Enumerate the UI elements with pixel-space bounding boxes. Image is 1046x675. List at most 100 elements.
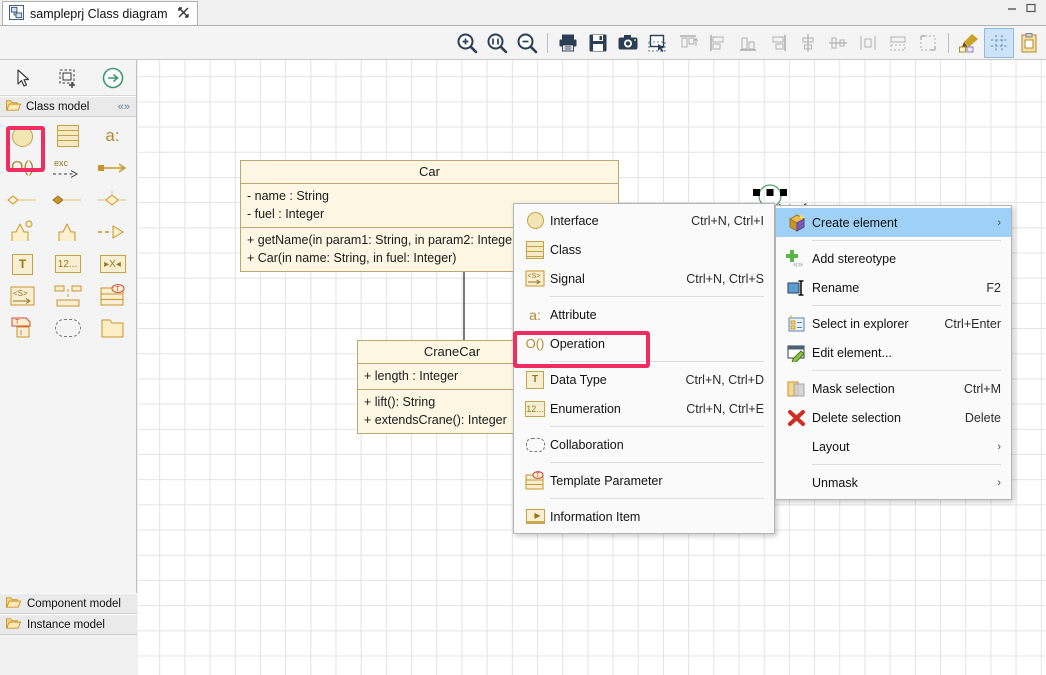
menu-separator xyxy=(812,305,1001,306)
menu-item-class[interactable]: Class xyxy=(514,235,774,264)
align-left-icon[interactable] xyxy=(703,28,733,58)
template-parameter-tool[interactable]: T xyxy=(90,280,135,312)
menu-item-accelerator: Delete xyxy=(964,410,1001,425)
menu-item-data-type[interactable]: T Data Type Ctrl+N, Ctrl+D xyxy=(514,365,774,394)
maximize-button[interactable] xyxy=(1025,2,1036,13)
menu-item-select-in-explorer[interactable]: Select in explorer Ctrl+Enter xyxy=(776,309,1011,338)
menu-item-edit-element[interactable]: Edit element... xyxy=(776,338,1011,367)
attribute-tool[interactable]: a: xyxy=(90,120,135,152)
toolbar-separator-2 xyxy=(948,33,949,53)
menu-item-enumeration[interactable]: 12... Enumeration Ctrl+N, Ctrl+E xyxy=(514,394,774,423)
print-icon[interactable] xyxy=(553,28,583,58)
enumeration-tool[interactable]: 12... xyxy=(45,248,90,280)
association-class-tool[interactable] xyxy=(90,184,135,216)
bound-class-tool[interactable]: T I xyxy=(0,312,45,344)
attribute-icon: a: xyxy=(529,306,541,323)
menu-item-collaboration[interactable]: Collaboration xyxy=(514,430,774,459)
menu-item-information-item[interactable]: ▶ Information Item xyxy=(514,502,774,531)
generalization-tool[interactable] xyxy=(45,216,90,248)
menu-item-label: Attribute xyxy=(550,307,597,322)
zoom-fit-icon[interactable] xyxy=(482,28,512,58)
save-icon[interactable] xyxy=(583,28,613,58)
create-element-submenu[interactable]: Interface Ctrl+N, Ctrl+I Class <S> Signa… xyxy=(513,203,775,534)
snapshot-icon[interactable] xyxy=(613,28,643,58)
template-binding-tool[interactable] xyxy=(45,280,90,312)
zoom-in-icon[interactable] xyxy=(452,28,482,58)
align-bottom-icon[interactable] xyxy=(733,28,763,58)
association-tool[interactable] xyxy=(90,152,135,184)
zoom-out-icon[interactable] xyxy=(512,28,542,58)
folder-icon xyxy=(6,596,22,612)
menu-item-add-stereotype[interactable]: «» Add stereotype xyxy=(776,244,1011,273)
composition-tool[interactable] xyxy=(45,184,90,216)
minimize-button[interactable] xyxy=(1006,2,1017,13)
menu-item-operation[interactable]: O() Operation xyxy=(514,329,774,358)
collaboration-tool[interactable] xyxy=(45,312,90,344)
palette-top-tools xyxy=(0,60,136,96)
menu-item-label: Information Item xyxy=(550,509,641,524)
interface-icon xyxy=(12,125,33,147)
collapse-icon[interactable]: «» xyxy=(118,101,130,113)
panel-tab-component-model[interactable]: Component model xyxy=(0,593,137,614)
menu-item-delete-selection[interactable]: Delete selection Delete xyxy=(776,403,1011,432)
palette-section-class-model[interactable]: Class model «» xyxy=(0,96,136,117)
align-center-v-icon[interactable] xyxy=(793,28,823,58)
interface-tool[interactable] xyxy=(0,120,45,152)
select-in-explorer-icon xyxy=(782,314,812,333)
literal-tool[interactable]: ▸X◂ xyxy=(90,248,135,280)
aggregation-tool[interactable] xyxy=(0,184,45,216)
marquee-select-tool[interactable] xyxy=(45,62,90,94)
interface-icon xyxy=(520,212,550,229)
menu-item-signal[interactable]: <S> Signal Ctrl+N, Ctrl+S xyxy=(514,264,774,293)
menu-separator xyxy=(812,240,1001,241)
package-tool[interactable] xyxy=(90,312,135,344)
menu-item-label: Rename xyxy=(812,280,860,295)
navigate-tool[interactable] xyxy=(91,62,136,94)
panel-tab-instance-model[interactable]: Instance model xyxy=(0,614,137,635)
menu-item-accelerator: Ctrl+N, Ctrl+S xyxy=(686,271,764,286)
menu-separator xyxy=(812,370,1001,371)
class-tool[interactable] xyxy=(45,120,90,152)
toggle-grid-icon[interactable] xyxy=(984,28,1014,58)
menu-item-mask-selection[interactable]: Mask selection Ctrl+M xyxy=(776,374,1011,403)
format-painter-icon[interactable] xyxy=(954,28,984,58)
menu-item-template-parameter[interactable]: T Template Parameter xyxy=(514,466,774,495)
align-right-icon[interactable] xyxy=(763,28,793,58)
menu-item-interface[interactable]: Interface Ctrl+N, Ctrl+I xyxy=(514,206,774,235)
diagram-tab[interactable]: sampleprj Class diagram xyxy=(2,1,198,26)
menu-item-rename[interactable]: Rename F2 xyxy=(776,273,1011,302)
clipboard-icon[interactable] xyxy=(1014,28,1044,58)
realization-tool[interactable] xyxy=(90,216,135,248)
menu-separator xyxy=(550,498,764,499)
fit-to-content-icon[interactable] xyxy=(913,28,943,58)
menu-item-accelerator: Ctrl+M xyxy=(963,381,1001,396)
exception-tool[interactable]: exc xyxy=(45,152,90,184)
operation-tool[interactable]: O() xyxy=(0,152,45,184)
signal-tool[interactable]: <S> xyxy=(0,280,45,312)
class-icon xyxy=(56,125,79,147)
template-parameter-icon: T xyxy=(520,470,550,491)
context-menu[interactable]: Create element › «» Add stereotype Renam xyxy=(775,205,1012,500)
svg-text:T: T xyxy=(536,473,540,479)
align-center-h-icon[interactable] xyxy=(823,28,853,58)
menu-item-label: Class xyxy=(550,242,582,257)
align-top-icon[interactable] xyxy=(673,28,703,58)
folder-icon xyxy=(6,617,22,633)
distribute-h-icon[interactable] xyxy=(853,28,883,58)
datatype-tool[interactable]: T xyxy=(0,248,45,280)
tool-palette: Class model «» a: O() exc T 12... ▸X◂ <S… xyxy=(0,60,137,635)
menu-separator xyxy=(550,296,764,297)
menu-item-create-element[interactable]: Create element › xyxy=(776,208,1011,237)
datatype-icon: T xyxy=(12,253,33,275)
menu-item-attribute[interactable]: a: Attribute xyxy=(514,300,774,329)
pointer-tool[interactable] xyxy=(0,62,45,94)
generalization-note-tool[interactable] xyxy=(0,216,45,248)
datatype-icon: T xyxy=(520,370,550,389)
same-size-icon[interactable] xyxy=(883,28,913,58)
menu-item-unmask[interactable]: Unmask › xyxy=(776,468,1011,497)
close-icon[interactable] xyxy=(177,7,189,21)
menu-item-label: Delete selection xyxy=(812,410,901,425)
menu-item-label: Unmask xyxy=(812,475,858,490)
menu-item-layout[interactable]: Layout › xyxy=(776,432,1011,461)
select-region-icon[interactable] xyxy=(643,28,673,58)
